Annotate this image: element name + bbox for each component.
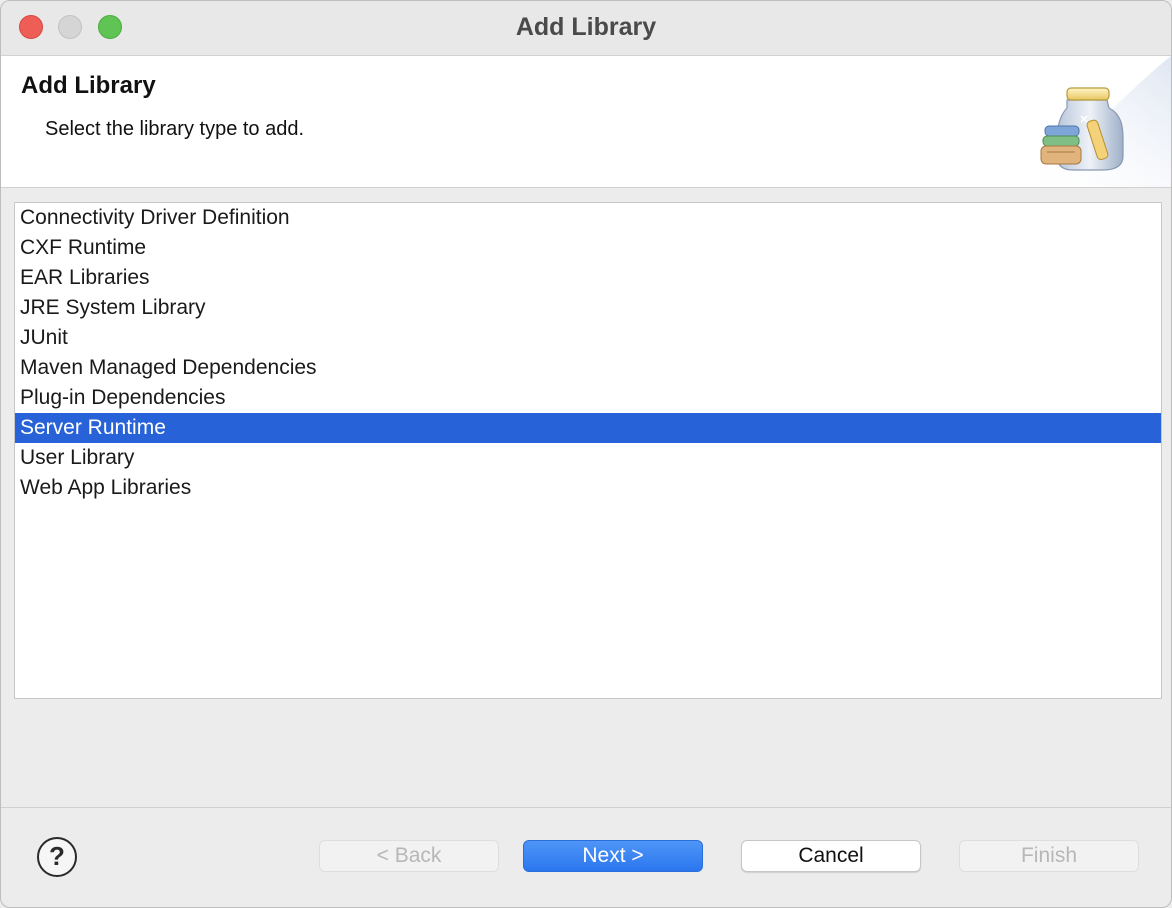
window-title: Add Library xyxy=(515,13,657,41)
cancel-button[interactable]: Cancel xyxy=(741,840,921,872)
title-bar[interactable]: Add Library xyxy=(1,1,1171,56)
footer-divider xyxy=(1,807,1171,808)
library-type-list[interactable]: Connectivity Driver Definition CXF Runtim… xyxy=(14,202,1162,699)
page-title: Add Library xyxy=(21,72,156,99)
list-item[interactable]: Web App Libraries xyxy=(15,473,1161,503)
library-jar-icon xyxy=(1040,87,1124,171)
list-item[interactable]: JRE System Library xyxy=(15,293,1161,323)
list-item[interactable]: CXF Runtime xyxy=(15,233,1161,263)
add-library-dialog: Add Library Add Library Select the libra… xyxy=(0,0,1172,908)
header-banner: Add Library Select the library type to a… xyxy=(1,56,1171,188)
list-item[interactable]: Plug-in Dependencies xyxy=(15,383,1161,413)
list-item[interactable]: User Library xyxy=(15,443,1161,473)
list-item[interactable]: EAR Libraries xyxy=(15,263,1161,293)
back-button[interactable]: < Back xyxy=(319,840,499,872)
finish-button[interactable]: Finish xyxy=(959,840,1139,872)
list-item[interactable]: JUnit xyxy=(15,323,1161,353)
page-description: Select the library type to add. xyxy=(45,118,305,140)
list-item[interactable]: Connectivity Driver Definition xyxy=(15,203,1161,233)
help-button[interactable]: ? xyxy=(37,837,77,877)
next-button[interactable]: Next > xyxy=(523,840,703,872)
list-item[interactable]: Server Runtime xyxy=(15,413,1161,443)
list-item[interactable]: Maven Managed Dependencies xyxy=(15,353,1161,383)
